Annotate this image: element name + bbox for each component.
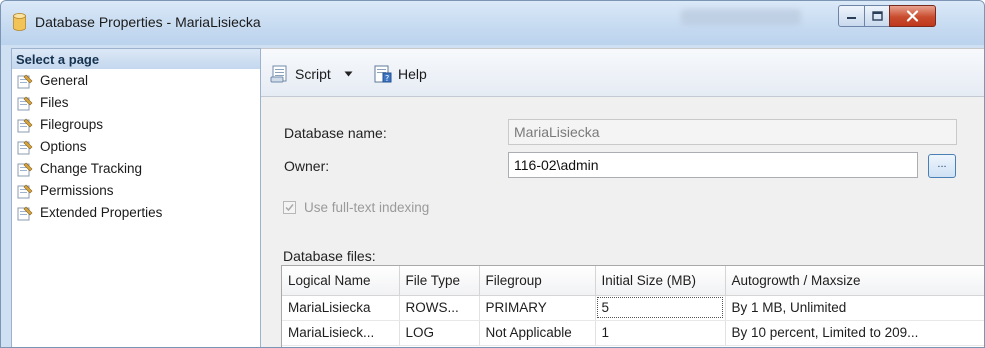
cell-filegroup[interactable]: PRIMARY bbox=[479, 295, 596, 321]
sidebar-item-label: Permissions bbox=[40, 183, 114, 198]
maximize-icon bbox=[871, 11, 883, 21]
cell-file-type[interactable]: LOG bbox=[399, 320, 480, 346]
cell-file-type[interactable]: ROWS... bbox=[399, 295, 480, 321]
sidebar-item-general[interactable]: General bbox=[12, 70, 260, 92]
page-wrench-icon bbox=[17, 118, 33, 132]
table-row[interactable]: MariaLisieck... LOG Not Applicable 1 By … bbox=[282, 320, 984, 346]
help-icon: ? bbox=[374, 65, 392, 83]
properties-content: Script ? Help Database name: Owner: bbox=[261, 48, 984, 347]
cell-logical-name[interactable]: MariaLisieck... bbox=[282, 320, 400, 346]
files-page: Database name: Owner: ... Use full-text … bbox=[261, 97, 984, 347]
close-button[interactable] bbox=[889, 5, 936, 27]
dropdown-arrow-icon bbox=[344, 71, 353, 77]
page-wrench-icon bbox=[17, 96, 33, 110]
fulltext-indexing-option: Use full-text indexing bbox=[283, 200, 429, 215]
page-wrench-icon bbox=[17, 162, 33, 176]
minimize-icon bbox=[847, 17, 856, 19]
cell-autogrowth[interactable]: By 10 percent, Limited to 209... bbox=[725, 320, 984, 346]
page-wrench-icon bbox=[17, 140, 33, 154]
page-wrench-icon bbox=[17, 206, 33, 220]
select-page-header: Select a page bbox=[12, 49, 260, 69]
title-bar-blurred-area bbox=[681, 9, 801, 25]
select-page-panel: Select a page General Files Filegroups O… bbox=[11, 48, 261, 347]
database-files-grid[interactable]: Logical Name File Type Filegroup Initial… bbox=[281, 265, 984, 347]
owner-label: Owner: bbox=[284, 158, 330, 174]
cell-logical-name[interactable]: MariaLisiecka bbox=[282, 295, 400, 321]
window-title: Database Properties - MariaLisiecka bbox=[35, 14, 261, 30]
sidebar-item-filegroups[interactable]: Filegroups bbox=[12, 114, 260, 136]
fulltext-indexing-checkbox[interactable] bbox=[283, 201, 296, 214]
checkmark-icon bbox=[285, 204, 294, 212]
script-button-label: Script bbox=[295, 66, 331, 82]
cell-filegroup[interactable]: Not Applicable bbox=[479, 320, 596, 346]
script-dropdown-button[interactable] bbox=[344, 63, 353, 85]
column-header-autogrowth[interactable]: Autogrowth / Maxsize bbox=[725, 266, 984, 296]
sidebar-item-label: Change Tracking bbox=[40, 161, 143, 176]
sidebar-item-label: General bbox=[40, 73, 89, 88]
database-name-field[interactable] bbox=[508, 119, 957, 145]
column-header-initial-size[interactable]: Initial Size (MB) bbox=[595, 266, 726, 296]
column-header-filegroup[interactable]: Filegroup bbox=[479, 266, 596, 296]
page-list: General Files Filegroups Options Change … bbox=[12, 70, 260, 224]
database-properties-window: Database Properties - MariaLisiecka Sele… bbox=[0, 0, 985, 348]
fulltext-indexing-label: Use full-text indexing bbox=[304, 200, 430, 215]
help-button-label: Help bbox=[398, 66, 427, 82]
sidebar-item-label: Files bbox=[40, 95, 69, 110]
sidebar-item-files[interactable]: Files bbox=[12, 92, 260, 114]
database-name-label: Database name: bbox=[284, 125, 387, 141]
sidebar-item-change-tracking[interactable]: Change Tracking bbox=[12, 158, 260, 180]
maximize-button[interactable] bbox=[864, 5, 890, 27]
sidebar-item-options[interactable]: Options bbox=[12, 136, 260, 158]
browse-owner-button[interactable]: ... bbox=[928, 154, 956, 178]
grid-header-row: Logical Name File Type Filegroup Initial… bbox=[282, 266, 984, 296]
sidebar-item-extended-properties[interactable]: Extended Properties bbox=[12, 202, 260, 224]
cell-initial-size[interactable]: 5 bbox=[595, 295, 726, 321]
script-icon bbox=[270, 65, 287, 83]
page-wrench-icon bbox=[17, 184, 33, 198]
database-files-label: Database files: bbox=[283, 248, 376, 264]
table-row[interactable]: MariaLisiecka ROWS... PRIMARY 5 By 1 MB,… bbox=[282, 295, 984, 321]
column-header-file-type[interactable]: File Type bbox=[399, 266, 480, 296]
title-bar[interactable]: Database Properties - MariaLisiecka bbox=[1, 1, 984, 45]
column-header-logical-name[interactable]: Logical Name bbox=[282, 266, 400, 296]
sidebar-item-label: Options bbox=[40, 139, 87, 154]
minimize-button[interactable] bbox=[838, 5, 865, 27]
sidebar-item-label: Filegroups bbox=[40, 117, 104, 132]
owner-field[interactable] bbox=[508, 152, 918, 178]
cell-autogrowth[interactable]: By 1 MB, Unlimited bbox=[725, 295, 984, 321]
close-icon bbox=[906, 10, 919, 22]
toolbar: Script ? Help bbox=[261, 49, 984, 97]
sidebar-item-permissions[interactable]: Permissions bbox=[12, 180, 260, 202]
script-button[interactable]: Script bbox=[270, 63, 331, 85]
sidebar-item-label: Extended Properties bbox=[40, 205, 163, 220]
database-icon bbox=[13, 13, 26, 31]
page-wrench-icon bbox=[17, 74, 33, 88]
cell-initial-size[interactable]: 1 bbox=[595, 320, 726, 346]
svg-text:?: ? bbox=[385, 74, 389, 83]
help-button[interactable]: ? Help bbox=[373, 63, 427, 85]
